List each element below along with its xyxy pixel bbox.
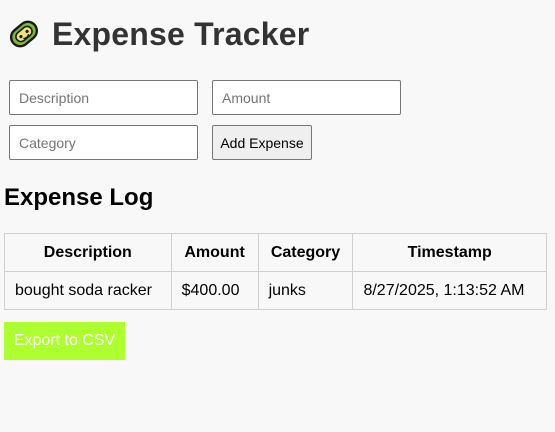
- table-row: bought soda racker $400.00 junks 8/27/20…: [4, 271, 547, 310]
- amount-input[interactable]: [212, 80, 401, 115]
- table-header-row: Description Amount Category Timestamp: [4, 233, 547, 272]
- column-header-description: Description: [4, 233, 172, 272]
- add-expense-button[interactable]: Add Expense: [212, 125, 312, 160]
- export-csv-button[interactable]: Export to CSV: [4, 322, 125, 360]
- column-header-timestamp: Timestamp: [352, 233, 547, 272]
- expense-log-title: Expense Log: [4, 184, 154, 211]
- cell-timestamp: 8/27/2025, 1:13:52 AM: [352, 271, 547, 310]
- cell-description: bought soda racker: [4, 271, 172, 310]
- cell-category: junks: [257, 271, 354, 310]
- app-header: Expense Tracker: [6, 14, 309, 54]
- page-title: Expense Tracker: [52, 15, 310, 52]
- cell-amount: $400.00: [170, 271, 259, 310]
- category-input[interactable]: [9, 125, 198, 160]
- expense-log-table: Description Amount Category Timestamp bo…: [4, 233, 547, 310]
- column-header-category: Category: [257, 233, 354, 272]
- column-header-amount: Amount: [170, 233, 259, 272]
- pickle-logo-icon: [9, 20, 39, 48]
- description-input[interactable]: [9, 80, 198, 115]
